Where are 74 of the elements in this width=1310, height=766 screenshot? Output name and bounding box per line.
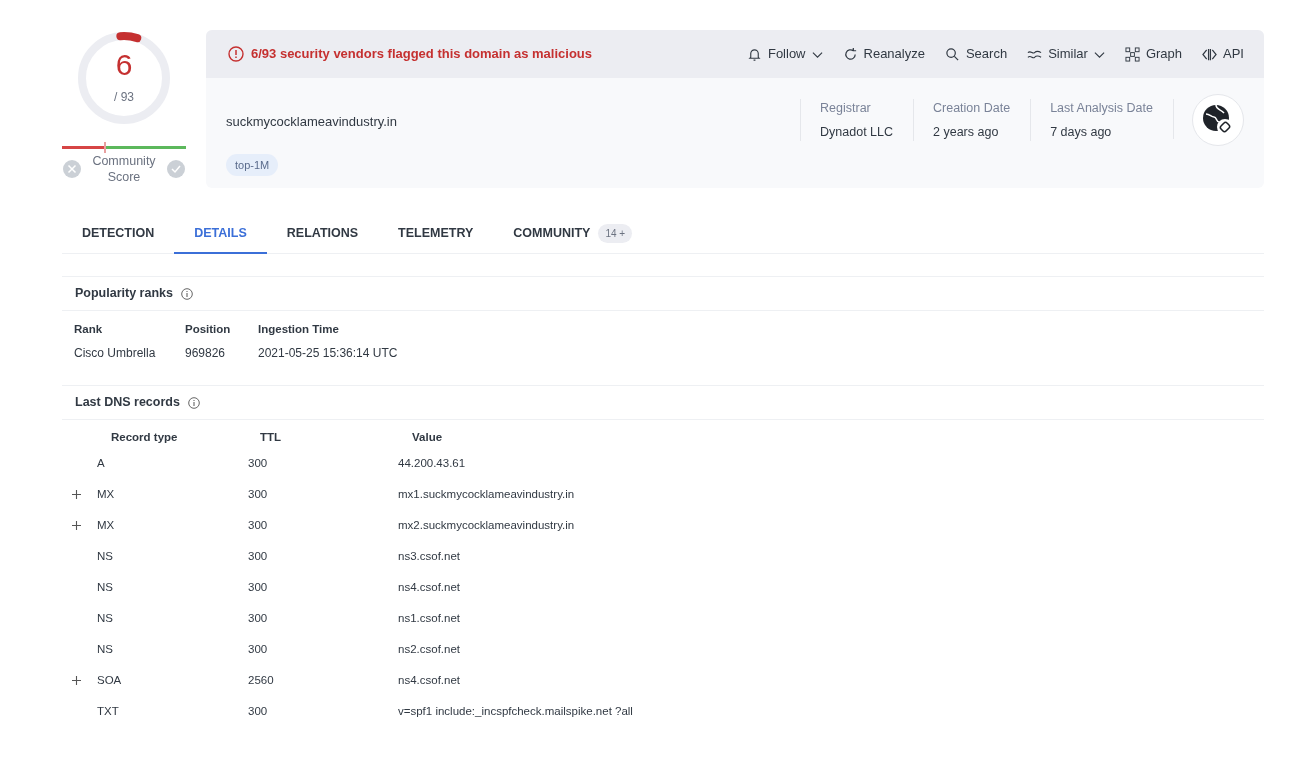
plus-icon[interactable]: [72, 490, 81, 499]
graph-icon: [1124, 46, 1140, 62]
table-cell-text: NS: [97, 641, 114, 657]
table-cell-text: 300: [248, 455, 269, 471]
community-score-label: Community Score: [91, 153, 157, 185]
column-header: Value: [412, 430, 444, 446]
column-header: Record type: [110, 430, 179, 446]
total-engines: / 93: [114, 89, 134, 106]
action-button[interactable]: API: [1202, 44, 1244, 64]
fact-label: Registrar: [820, 99, 872, 117]
action-button[interactable]: Search: [944, 44, 1008, 64]
domain-name: suckmycocklameavindustry.in: [226, 113, 397, 131]
fact-label: Creation Date: [933, 99, 1011, 117]
info-icon: [180, 287, 193, 300]
bell-icon: [746, 46, 762, 62]
code-icon: [1202, 46, 1218, 62]
table-cell-text: A: [97, 455, 106, 471]
table-cell-text: v=spf1 include:_incspfcheck.mailspike.net ?all: [398, 703, 634, 719]
table-cell-text: NS: [97, 548, 114, 564]
column-header: Position: [185, 322, 232, 338]
table-cell-text: 300: [248, 641, 269, 657]
table-cell-text: 300: [248, 610, 269, 626]
fact-value: 7 days ago: [1050, 123, 1113, 141]
fact-label: Last Analysis Date: [1050, 99, 1153, 117]
tab[interactable]: DETECTION: [62, 214, 175, 254]
tab[interactable]: COMMUNITY 14 +: [493, 214, 653, 254]
table-cell-text: 300: [248, 486, 269, 502]
plus-icon[interactable]: [72, 521, 81, 530]
table-cell-text: 2560: [248, 672, 275, 688]
fact-value: 2 years ago: [933, 123, 1000, 141]
table-cell-text: ns2.csof.net: [398, 641, 461, 657]
table-cell-text: NS: [97, 579, 114, 595]
table-cell-text: MX: [97, 517, 116, 533]
table-cell-text: Cisco Umbrella: [74, 345, 157, 362]
table-cell-text: NS: [97, 610, 114, 626]
table-cell-text: ns4.csof.net: [398, 672, 461, 688]
warning-icon: [228, 46, 244, 62]
info-icon: [187, 396, 200, 409]
action-button[interactable]: Similar: [1027, 44, 1105, 64]
table-cell-text: 44.200.43.61: [398, 455, 467, 471]
table-cell-text: mx1.suckmycocklameavindustry.in: [398, 486, 576, 502]
table-cell-text: TXT: [97, 703, 120, 719]
count-badge: 14 +: [598, 223, 633, 243]
action-button[interactable]: Reanalyze: [842, 44, 925, 64]
table-cell-text: 2021-05-25 15:36:14 UTC: [258, 345, 399, 362]
table-cell-text: 300: [248, 579, 269, 595]
action-button[interactable]: Graph: [1124, 44, 1183, 64]
table-cell-text: MX: [97, 486, 116, 502]
detection-score: 6: [115, 50, 133, 80]
checkmark-icon[interactable]: [166, 159, 186, 179]
table-cell-text: 969826: [185, 345, 227, 362]
column-header: Rank: [74, 322, 104, 338]
column-header: Ingestion Time: [258, 322, 340, 338]
table-cell-text: ns1.csof.net: [398, 610, 461, 626]
table-cell-text: 300: [248, 517, 269, 533]
column-header: TTL: [260, 430, 283, 446]
plus-icon[interactable]: [72, 676, 81, 685]
tag[interactable]: top-1M: [226, 153, 279, 176]
tab[interactable]: TELEMETRY: [378, 214, 494, 254]
table-cell-text: SOA: [97, 672, 123, 688]
section-title: Last DNS records: [75, 394, 180, 412]
table-cell-text: mx2.suckmycocklameavindustry.in: [398, 517, 576, 533]
table-cell-text: ns4.csof.net: [398, 579, 461, 595]
tab[interactable]: DETAILS: [174, 214, 267, 254]
table-cell-text: 300: [248, 548, 269, 564]
tab[interactable]: RELATIONS: [266, 214, 379, 254]
fact-value: Dynadot LLC: [820, 123, 894, 141]
action-button[interactable]: Follow: [746, 44, 823, 64]
reload-icon: [842, 46, 858, 62]
table-cell-text: 300: [248, 703, 269, 719]
search-icon: [944, 46, 960, 62]
section-title: Popularity ranks: [75, 285, 173, 303]
table-cell-text: ns3.csof.net: [398, 548, 461, 564]
alert-message: 6/93 security vendors flagged this domain as malicious: [251, 45, 592, 64]
